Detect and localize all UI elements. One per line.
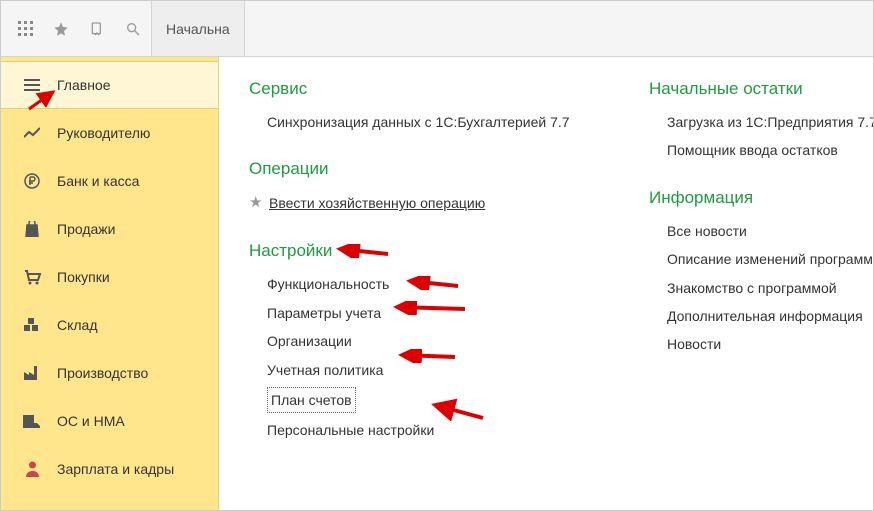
link-load-1c77[interactable]: Загрузка из 1С:Предприятия 7.7	[649, 109, 873, 137]
link-chart-of-accounts[interactable]: План счетов	[249, 385, 579, 417]
person-icon	[21, 461, 43, 477]
section-settings: Настройки Функциональность Параметры уче…	[249, 241, 579, 445]
sidebar-item-label: Руководителю	[57, 125, 150, 141]
sidebar-item-production[interactable]: Производство	[1, 349, 218, 397]
sidebar-item-bank[interactable]: Банк и касса	[1, 157, 218, 205]
link-all-news[interactable]: Все новости	[649, 218, 873, 246]
link-organizations[interactable]: Организации	[249, 328, 579, 356]
link-introduction[interactable]: Знакомство с программой	[649, 275, 873, 303]
search-icon[interactable]	[124, 20, 142, 38]
section-service: Сервис Синхронизация данных с 1С:Бухгалт…	[249, 79, 579, 137]
factory-icon	[21, 366, 43, 380]
sidebar-item-label: Продажи	[57, 221, 115, 237]
star-icon[interactable]	[52, 20, 70, 38]
cart-icon	[21, 270, 43, 285]
sidebar-item-manager[interactable]: Руководителю	[1, 109, 218, 157]
link-additional-info[interactable]: Дополнительная информация	[649, 303, 873, 331]
sidebar-item-main[interactable]: Главное	[1, 61, 218, 109]
content: Сервис Синхронизация данных с 1С:Бухгалт…	[219, 57, 873, 510]
sidebar-item-label: Главное	[57, 77, 111, 93]
link-accounting-policy[interactable]: Учетная политика	[249, 357, 579, 385]
link-changelog[interactable]: Описание изменений программы	[649, 246, 873, 274]
menu-icon	[21, 79, 43, 91]
sidebar-item-hr[interactable]: Зарплата и кадры	[1, 445, 218, 493]
link-accounting-params[interactable]: Параметры учета	[249, 300, 579, 328]
link-label: Ввести хозяйственную операцию	[269, 192, 485, 214]
tab-label: Начальна	[166, 21, 230, 37]
section-balances: Начальные остатки Загрузка из 1С:Предпри…	[649, 79, 873, 166]
section-title: Сервис	[249, 79, 579, 99]
bag-icon	[21, 221, 43, 237]
history-icon[interactable]	[88, 20, 106, 38]
topbar: Начальна	[1, 1, 873, 57]
boxes-icon	[21, 318, 43, 332]
link-enter-operation[interactable]: ★ Ввести хозяйственную операцию	[249, 189, 579, 219]
sidebar-item-sales[interactable]: Продажи	[1, 205, 218, 253]
link-label: План счетов	[267, 387, 356, 413]
sidebar-item-purchases[interactable]: Покупки	[1, 253, 218, 301]
sidebar-item-label: Склад	[57, 317, 98, 333]
link-personal-settings[interactable]: Персональные настройки	[249, 417, 579, 445]
section-operations: Операции ★ Ввести хозяйственную операцию	[249, 159, 579, 219]
ruble-icon	[21, 173, 43, 189]
link-functionality[interactable]: Функциональность	[249, 271, 579, 299]
section-info: Информация Все новости Описание изменени…	[649, 188, 873, 360]
star-icon: ★	[249, 191, 263, 215]
sidebar: Главное Руководителю Банк и касса Продаж…	[1, 57, 219, 510]
tab-home[interactable]: Начальна	[151, 1, 245, 56]
section-title: Информация	[649, 188, 873, 208]
link-sync-1c77[interactable]: Синхронизация данных с 1С:Бухгалтерией 7…	[249, 109, 579, 137]
sidebar-item-assets[interactable]: ОС и НМА	[1, 397, 218, 445]
sidebar-item-label: Покупки	[57, 269, 110, 285]
topbar-tools	[1, 1, 151, 56]
link-news[interactable]: Новости	[649, 331, 873, 359]
sidebar-item-label: Банк и касса	[57, 173, 139, 189]
link-balance-assistant[interactable]: Помощник ввода остатков	[649, 137, 873, 165]
truck-icon	[21, 415, 43, 428]
sidebar-item-warehouse[interactable]: Склад	[1, 301, 218, 349]
sidebar-item-label: Зарплата и кадры	[57, 461, 174, 477]
chart-line-icon	[21, 127, 43, 139]
section-title: Начальные остатки	[649, 79, 873, 99]
section-title: Настройки	[249, 241, 579, 261]
section-title: Операции	[249, 159, 579, 179]
sidebar-item-label: Производство	[57, 365, 148, 381]
sidebar-item-label: ОС и НМА	[57, 413, 125, 429]
apps-icon[interactable]	[16, 20, 34, 38]
